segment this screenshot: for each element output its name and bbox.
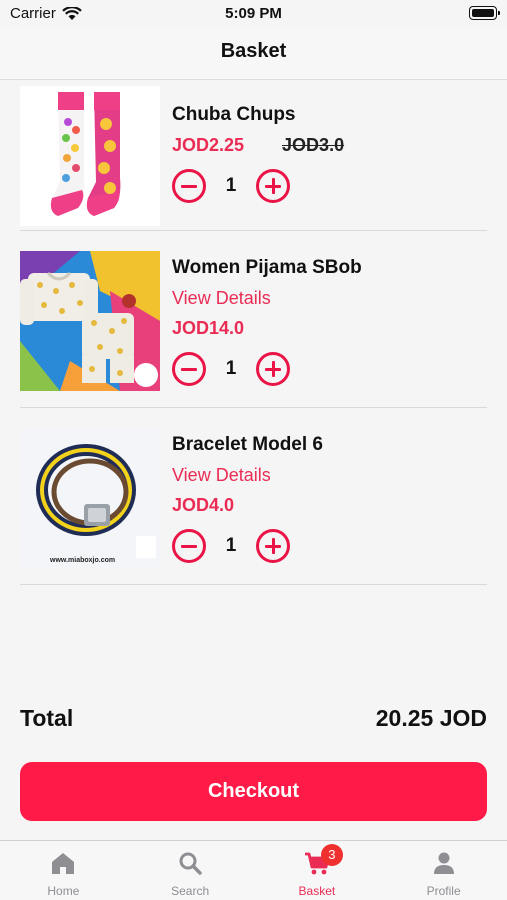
increase-quantity-button[interactable] xyxy=(256,352,290,386)
tab-home[interactable]: Home xyxy=(0,841,127,900)
tab-label: Home xyxy=(47,884,80,898)
status-time: 5:09 PM xyxy=(225,5,282,22)
search-icon xyxy=(179,852,202,875)
pajama-product-image[interactable] xyxy=(20,251,160,391)
tab-label: Profile xyxy=(426,884,461,898)
status-bar: Carrier 5:09 PM xyxy=(0,0,507,28)
quantity-value: 1 xyxy=(225,535,237,556)
item-name: Chuba Chups xyxy=(172,104,296,125)
quantity-value: 1 xyxy=(225,358,237,379)
tab-bar: Home Search 3 Basket Profile xyxy=(0,840,507,900)
basket-item: www.miaboxjo.com Bracelet Model 6 View D… xyxy=(20,408,487,585)
tab-search[interactable]: Search xyxy=(127,841,254,900)
basket-list: Chuba Chups JOD2.25 JOD3.0 1 Women Pijam… xyxy=(20,80,487,585)
total-value: 20.25 JOD xyxy=(375,704,487,731)
checkout-label: Checkout xyxy=(207,780,300,802)
quantity-stepper: 1 xyxy=(172,524,487,568)
tab-label: Basket xyxy=(298,884,336,898)
quantity-stepper: 1 xyxy=(172,164,487,208)
decrease-quantity-button[interactable] xyxy=(172,352,206,386)
view-details-link[interactable]: View Details xyxy=(172,283,487,313)
tab-basket[interactable]: 3 Basket xyxy=(254,841,381,900)
quantity-value: 1 xyxy=(225,175,237,196)
item-info: Chuba Chups JOD2.25 JOD3.0 1 xyxy=(172,100,487,208)
item-name: Women Pijama SBob xyxy=(172,257,362,278)
home-icon xyxy=(52,853,75,874)
item-price: JOD14.0 xyxy=(172,318,245,338)
item-prices: JOD14.0 xyxy=(172,313,487,343)
basket-item: Chuba Chups JOD2.25 JOD3.0 1 xyxy=(20,80,487,231)
decrease-quantity-button[interactable] xyxy=(172,169,206,203)
item-price: JOD4.0 xyxy=(172,495,235,515)
increase-quantity-button[interactable] xyxy=(256,529,290,563)
page-title: Basket xyxy=(220,40,287,62)
item-old-price: JOD3.0 xyxy=(282,135,345,155)
checkout-button[interactable]: Checkout xyxy=(20,762,487,821)
view-details-link[interactable]: View Details xyxy=(172,460,487,490)
socks-product-image[interactable] xyxy=(20,86,160,226)
item-price: JOD2.25 xyxy=(172,135,245,155)
battery-icon xyxy=(469,6,500,20)
item-prices: JOD2.25 JOD3.0 xyxy=(172,130,487,160)
increase-quantity-button[interactable] xyxy=(256,169,290,203)
item-name: Bracelet Model 6 xyxy=(172,434,323,455)
quantity-stepper: 1 xyxy=(172,347,487,391)
image-watermark: www.miaboxjo.com xyxy=(49,557,115,564)
item-info: Bracelet Model 6 View Details JOD4.0 1 xyxy=(172,430,487,568)
bracelet-product-image[interactable]: www.miaboxjo.com xyxy=(20,428,160,568)
total-row: Total 20.25 JOD xyxy=(20,702,487,734)
item-prices: JOD4.0 xyxy=(172,490,487,520)
basket-item: Women Pijama SBob View Details JOD14.0 1 xyxy=(20,231,487,408)
basket-count-badge: 3 xyxy=(320,844,343,866)
person-icon xyxy=(433,852,454,874)
tab-label: Search xyxy=(171,884,210,898)
total-label: Total xyxy=(20,704,74,731)
tab-profile[interactable]: Profile xyxy=(380,841,507,900)
decrease-quantity-button[interactable] xyxy=(172,529,206,563)
item-info: Women Pijama SBob View Details JOD14.0 1 xyxy=(172,253,487,391)
navigation-bar: Basket xyxy=(0,28,507,80)
